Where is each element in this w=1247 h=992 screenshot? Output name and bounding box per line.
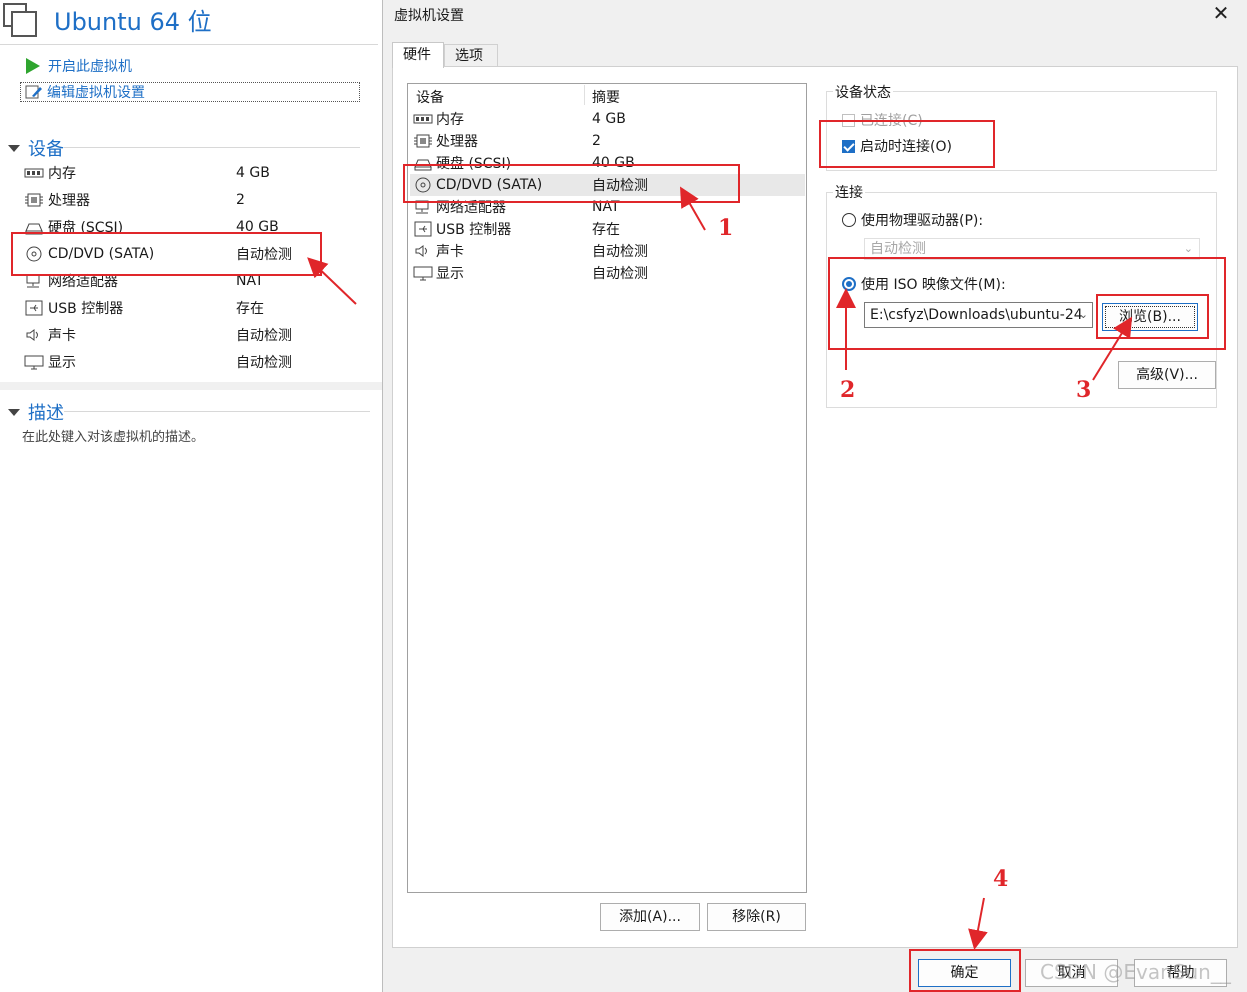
arrow-3 — [1092, 316, 1133, 381]
watermark: CSDN @EvanSun__ — [1040, 960, 1231, 984]
annotation-number-2: 2 — [840, 377, 856, 403]
arrow-4 — [968, 897, 988, 950]
arrow-left-cd — [307, 257, 357, 305]
annotation-number-1: 1 — [718, 215, 734, 241]
arrow-1 — [680, 186, 706, 231]
annotation-arrows — [307, 186, 1133, 950]
annotation-number-4: 4 — [993, 866, 1009, 892]
annotation-number-3: 3 — [1076, 377, 1092, 403]
